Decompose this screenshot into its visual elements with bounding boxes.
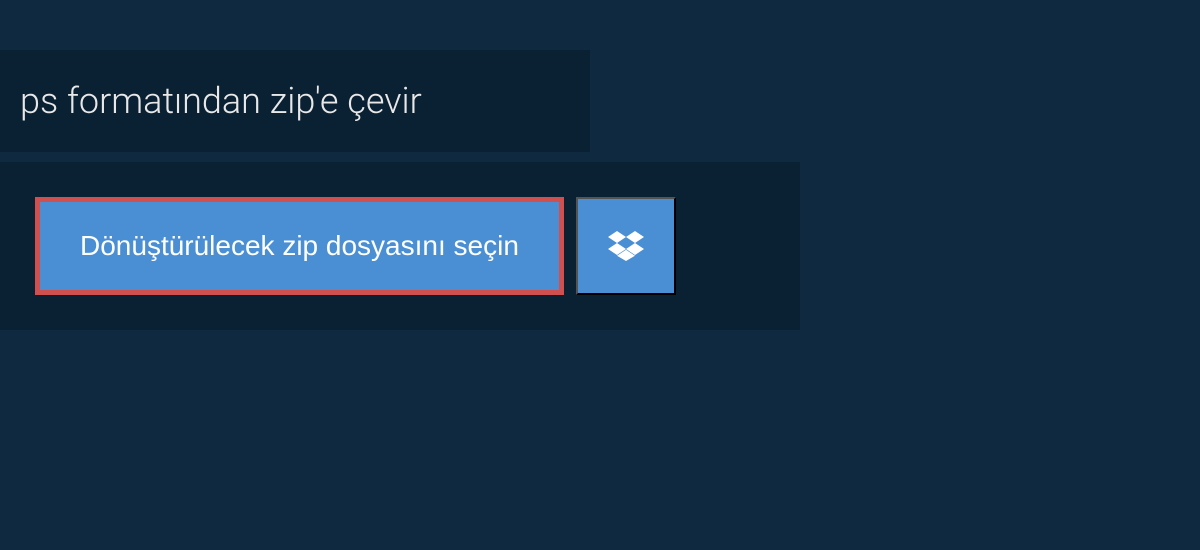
- header-bar: ps formatından zip'e çevir: [0, 50, 590, 152]
- page-title: ps formatından zip'e çevir: [20, 80, 570, 122]
- content-panel: Dönüştürülecek zip dosyasını seçin: [0, 162, 800, 330]
- select-file-button[interactable]: Dönüştürülecek zip dosyasını seçin: [35, 197, 564, 295]
- select-file-label: Dönüştürülecek zip dosyasını seçin: [80, 230, 519, 262]
- button-row: Dönüştürülecek zip dosyasını seçin: [35, 197, 765, 295]
- dropbox-icon: [608, 228, 644, 264]
- dropbox-button[interactable]: [576, 197, 676, 295]
